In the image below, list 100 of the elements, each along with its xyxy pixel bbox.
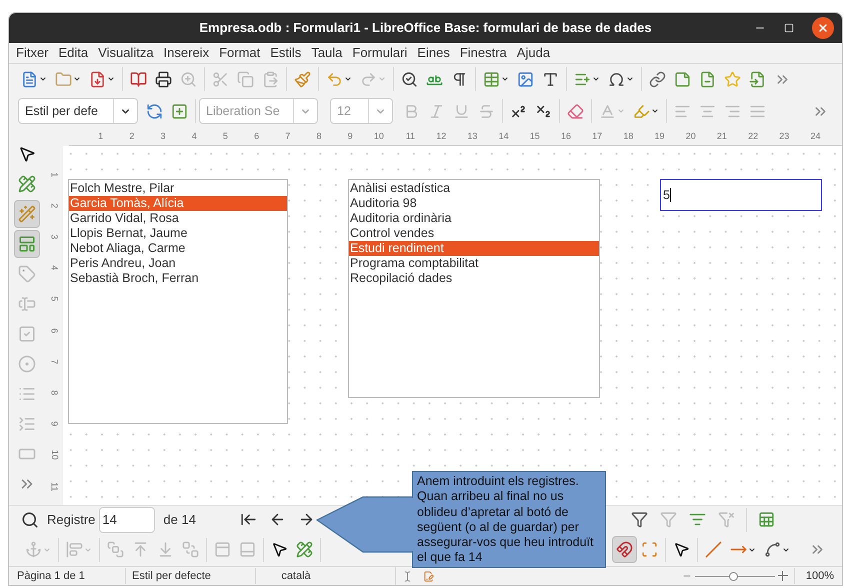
list-item[interactable]: Auditoria ordinària [349,211,599,226]
menu-item[interactable]: Taula [306,43,348,63]
menu-item[interactable]: Fitxer [11,43,54,63]
ruler-number: 4 [192,130,197,143]
menu-item[interactable]: Estils [265,43,306,63]
checkbox-icon [18,325,36,343]
ruler-number: 15 [530,130,540,143]
pencil-ruler-icon [18,175,36,193]
align-objects-icon [66,541,83,558]
menu-item[interactable]: Eines [412,43,455,63]
list-item[interactable]: Folch Mestre, Pilar [69,181,287,196]
radio-icon [18,355,36,373]
caret-icon [592,75,600,83]
endnote-icon [699,70,716,88]
panel-bottom-icon [239,541,256,558]
ruler-number: 19 [654,130,665,143]
font-name-box-value: Liberation Se [205,102,281,120]
record-field[interactable]: 14 [99,506,156,532]
ruler-number: 24 [810,130,820,143]
menu-item[interactable]: Visualitza [93,43,159,63]
ruler-number: 2 [48,203,61,208]
paragraph-style-box[interactable]: Estil per defe [18,98,138,124]
list-box[interactable]: Folch Mestre, Pilar Garcia Tomàs, Alícia Garrido Vidal, Rosa Llopis Bernat, Jaume Nebot Aliaga, Carme Peris Andreu, Joan Sebastià Broch, Ferran [68,179,288,424]
zoom-slider[interactable] [695,571,775,581]
list-item[interactable]: Sebastià Broch, Ferran [69,271,287,286]
maximize-icon[interactable] [784,23,794,33]
list-item[interactable]: Llopis Bernat, Jaume [69,226,287,241]
close-button[interactable] [812,17,834,39]
list-item[interactable]: Peris Andreu, Joan [69,256,287,271]
ruler-number: 8 [316,130,322,143]
first-record-icon [240,511,257,528]
strikethrough-icon [478,102,495,120]
hours-field[interactable]: 5 [660,179,822,211]
autofilter-icon [630,511,648,528]
print-preview-icon [180,70,197,88]
ruler-number: 20 [686,130,696,143]
wand-icon [18,205,36,223]
standard-filter-icon [688,511,706,528]
list-item[interactable]: Control vendes [349,226,599,241]
menu-item[interactable]: Formulari [347,43,412,63]
text-field-icon [18,295,36,313]
list-item[interactable]: Auditoria 98 [349,196,599,211]
menu-item[interactable]: Ajuda [512,43,556,63]
menu-item[interactable]: Finestra [454,43,512,63]
zoom-thumb[interactable] [728,572,738,580]
text-box-icon [542,70,559,88]
ruler-number: 13 [467,130,478,143]
printer-icon [155,70,172,88]
ruler-number: 6 [48,328,61,333]
ruler-number: 7 [285,130,290,143]
ruler-number: 12 [436,130,446,143]
ruler-number: 4 [48,266,61,270]
list-item[interactable]: Nebot Aliaga, Carme [69,241,287,256]
list-item[interactable]: Garrido Vidal, Rosa [69,211,287,226]
signature-icon[interactable] [423,570,434,582]
record-total: de 14 [163,510,196,529]
window-title: Empresa.odb : Formulari1 - LibreOffice Base: formulari de base de dades [199,19,652,38]
ruler-number: 16 [560,130,571,143]
scissors-icon [212,70,229,88]
spelling-icon [401,70,418,88]
list-box[interactable]: Anàlisi estadística Auditoria 98 Auditoria ordinària Control vendes Estudi rendiment Programa comptabilitat Recopilació dades [348,179,600,398]
new-document-icon [21,70,38,88]
caret-icon [617,107,625,115]
zoom-in-icon[interactable] [778,571,788,581]
font-color-icon [599,102,616,120]
caret-icon [73,75,81,83]
magnet-button[interactable] [612,536,637,563]
list-item[interactable]: Programa comptabilitat [349,256,599,271]
send-to-back-icon [182,541,199,558]
list-item[interactable]: Recopilació dades [349,271,599,286]
ruler-number: 21 [716,130,727,143]
wand-button[interactable] [14,200,40,228]
caret-icon [378,75,386,83]
ruler-number: 5 [48,296,61,302]
ruler-number: 5 [222,130,228,143]
menu-item[interactable]: Edita [54,43,94,63]
caret-icon [626,75,634,83]
menu-item[interactable]: Insereix [158,43,214,63]
helplines-icon [641,541,658,558]
menu-item[interactable]: Format [214,43,266,63]
list-item[interactable]: Garcia Tomàs, Alícia [69,196,287,211]
ruler-number: 14 [498,130,509,143]
language: català [280,568,312,584]
insert-mode-icon[interactable] [402,570,413,582]
bring-forward-icon [132,541,149,558]
ruler-number: 8 [48,390,61,396]
form-layout-button[interactable] [14,230,40,258]
save-icon [89,70,106,88]
underline-icon [453,102,470,120]
footnote-icon [674,70,691,88]
link-icon [649,70,666,88]
list-item[interactable]: Anàlisi estadística [349,181,599,196]
caret-icon [107,75,115,83]
panel-top-icon [214,541,231,558]
italic-icon [428,102,445,120]
pointer-icon [271,541,288,558]
list-item[interactable]: Estudi rendiment [349,241,599,256]
caret-icon [501,75,509,83]
search-icon[interactable] [21,510,39,528]
bring-to-front-icon [107,541,124,558]
